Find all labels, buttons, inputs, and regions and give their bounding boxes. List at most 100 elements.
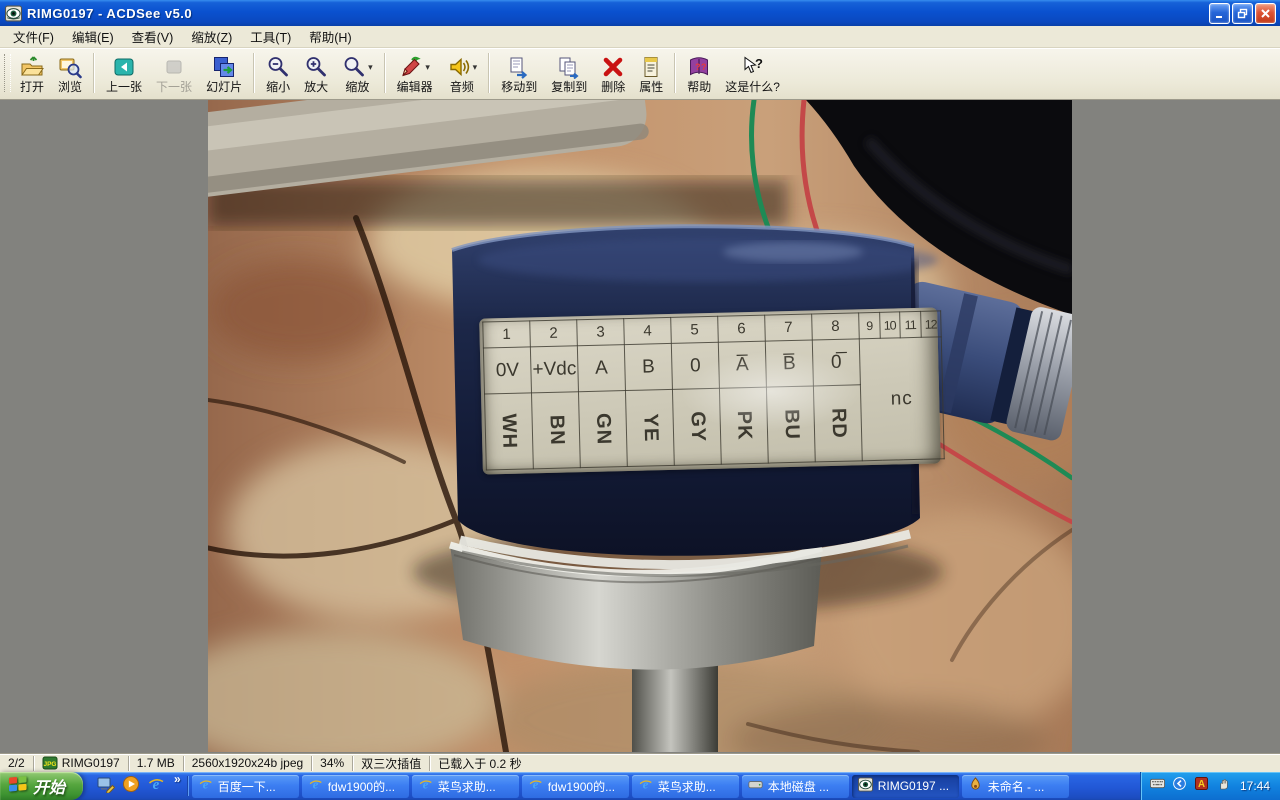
toolbar-button-label: 复制到 bbox=[551, 80, 587, 94]
language-icon: A bbox=[1194, 777, 1209, 795]
task-button-label: 本地磁盘 ... bbox=[768, 778, 829, 795]
toolbar-button-label: 音频 bbox=[450, 80, 474, 94]
ie-icon: e bbox=[198, 777, 213, 795]
start-button[interactable]: 开始 bbox=[0, 772, 83, 800]
media-player-icon bbox=[122, 775, 140, 798]
menu-item-2[interactable]: 查看(V) bbox=[123, 24, 183, 49]
quick-launch-show-desktop-icon[interactable] bbox=[95, 775, 117, 797]
signal-cell: 0 bbox=[671, 342, 719, 389]
toolbar-button-3[interactable]: 上一张 bbox=[99, 50, 149, 96]
zoom-out-icon bbox=[266, 55, 290, 79]
pin-number-cell: 12 bbox=[920, 311, 941, 337]
svg-text:?: ? bbox=[695, 62, 701, 72]
help-book-icon: ?? bbox=[687, 55, 711, 79]
quick-launch-media-player-icon[interactable] bbox=[120, 775, 142, 797]
toolbar-button-5[interactable]: 幻灯片 bbox=[199, 50, 249, 96]
encoder-pin-label: 1234567891011120V+VdcAB0A̅B̅0̅ncWHBNGNYE… bbox=[479, 307, 941, 474]
status-segment-2: 1.7 MB bbox=[128, 756, 183, 771]
task-button-label: 未命名 - ... bbox=[988, 778, 1045, 795]
toolbar-separator bbox=[93, 53, 95, 93]
signal-cell: A bbox=[577, 345, 625, 392]
taskbar: 开始 e » e百度一下...efdw1900的...e菜鸟求助...efdw1… bbox=[0, 772, 1280, 800]
toolbar-button-label: 缩小 bbox=[266, 80, 290, 94]
toolbar-button-15[interactable]: 复制到 bbox=[544, 50, 594, 96]
photo-rimg0197: 1234567891011120V+VdcAB0A̅B̅0̅ncWHBNGNYE… bbox=[208, 100, 1072, 752]
properties-icon bbox=[639, 55, 663, 79]
pin-number-cell: 3 bbox=[577, 319, 625, 346]
svg-text:JPG: JPG bbox=[43, 761, 56, 768]
task-button-label: RIMG0197 ... bbox=[878, 779, 949, 793]
minimize-button[interactable] bbox=[1209, 3, 1230, 24]
pin-table: 1234567891011120V+VdcAB0A̅B̅0̅ncWHBNGNYE… bbox=[482, 310, 945, 470]
zoom-icon bbox=[342, 55, 366, 79]
dropdown-caret-icon[interactable]: ▾ bbox=[425, 62, 430, 72]
tray-keyboard-icon[interactable] bbox=[1149, 779, 1166, 794]
nc-cell: nc bbox=[859, 337, 944, 461]
drive-icon bbox=[748, 777, 763, 795]
ie-icon: e bbox=[528, 777, 543, 795]
toolbar-button-label: 下一张 bbox=[156, 80, 192, 94]
toolbar-button-12[interactable]: ▾ 音频 bbox=[440, 50, 485, 96]
toolbar-button-label: 打开 bbox=[20, 80, 44, 94]
zoom-in-icon bbox=[304, 55, 328, 79]
toolbar-button-11[interactable]: ▾ 编辑器 bbox=[390, 50, 440, 96]
quick-launch-overflow-chevron[interactable]: » bbox=[171, 772, 184, 800]
toolbar-button-4: 下一张 bbox=[149, 50, 199, 96]
toolbar-button-9[interactable]: ▾ 缩放 bbox=[335, 50, 380, 96]
signal-cell: 0̅ bbox=[812, 339, 860, 386]
tray-chevron-left-icon[interactable] bbox=[1171, 779, 1188, 794]
dropdown-caret-icon[interactable]: ▾ bbox=[368, 62, 373, 72]
dropdown-caret-icon[interactable]: ▾ bbox=[473, 62, 478, 72]
whats-this-icon: ? bbox=[741, 55, 765, 79]
status-segment-4: 34% bbox=[311, 756, 352, 771]
menu-item-5[interactable]: 帮助(H) bbox=[300, 24, 360, 49]
toolbar-button-14[interactable]: 移动到 bbox=[494, 50, 544, 96]
ie-icon: e bbox=[638, 777, 653, 795]
quick-launch-ie-icon[interactable]: e bbox=[145, 775, 167, 797]
menu-item-3[interactable]: 缩放(Z) bbox=[182, 24, 241, 49]
toolbar-button-8[interactable]: 放大 bbox=[297, 50, 335, 96]
task-button-5[interactable]: 本地磁盘 ... bbox=[742, 775, 849, 798]
toolbar-button-label: 编辑器 bbox=[397, 80, 433, 94]
signal-cell: A̅ bbox=[718, 341, 766, 388]
pin-number-cell: 4 bbox=[624, 317, 672, 344]
window-title: RIMG0197 - ACDSee v5.0 bbox=[27, 6, 1207, 21]
menu-item-4[interactable]: 工具(T) bbox=[241, 24, 300, 49]
toolbar-button-label: 删除 bbox=[601, 80, 625, 94]
status-bar: 2/2JPGRIMG01971.7 MB2560x1920x24b jpeg34… bbox=[0, 753, 1280, 772]
wire-color-cell: YE bbox=[625, 389, 674, 466]
toolbar-button-7[interactable]: 缩小 bbox=[259, 50, 297, 96]
toolbar-button-1[interactable]: 浏览 bbox=[51, 50, 89, 96]
toolbar-button-0[interactable]: 打开 bbox=[13, 50, 51, 96]
show-desktop-icon bbox=[97, 775, 115, 798]
taskbar-separator bbox=[187, 776, 189, 796]
previous-icon bbox=[112, 55, 136, 79]
pin-number-cell: 10 bbox=[879, 312, 900, 338]
svg-text:?: ? bbox=[755, 56, 763, 71]
task-button-label: 菜鸟求助... bbox=[658, 778, 716, 795]
task-button-7[interactable]: 未命名 - ... bbox=[962, 775, 1069, 798]
close-button[interactable] bbox=[1255, 3, 1276, 24]
tray-handwriting-icon[interactable] bbox=[1215, 779, 1232, 794]
task-button-4[interactable]: e 菜鸟求助... bbox=[632, 775, 739, 798]
task-button-2[interactable]: e菜鸟求助... bbox=[412, 775, 519, 798]
toolbar-button-16[interactable]: 删除 bbox=[594, 50, 632, 96]
audio-icon bbox=[447, 55, 471, 79]
signal-cell: B bbox=[624, 343, 672, 390]
tray-language-icon[interactable]: A bbox=[1193, 779, 1210, 794]
toolbar-button-20[interactable]: ? 这是什么? bbox=[718, 50, 787, 96]
task-button-6[interactable]: RIMG0197 ... bbox=[852, 775, 959, 798]
toolbar-separator bbox=[384, 53, 386, 93]
task-button-0[interactable]: e百度一下... bbox=[192, 775, 299, 798]
wire-color-cell: BU bbox=[766, 386, 815, 463]
toolbar-button-19[interactable]: ?? 帮助 bbox=[680, 50, 718, 96]
toolbar-drag-handle[interactable] bbox=[4, 54, 11, 92]
task-button-1[interactable]: efdw1900的... bbox=[302, 775, 409, 798]
menu-item-0[interactable]: 文件(F) bbox=[4, 24, 63, 49]
ie-icon: e bbox=[147, 775, 165, 798]
image-viewer-canvas: 1234567891011120V+VdcAB0A̅B̅0̅ncWHBNGNYE… bbox=[0, 100, 1280, 753]
menu-item-1[interactable]: 编辑(E) bbox=[63, 24, 123, 49]
task-button-3[interactable]: efdw1900的... bbox=[522, 775, 629, 798]
toolbar-button-17[interactable]: 属性 bbox=[632, 50, 670, 96]
restore-button[interactable] bbox=[1232, 3, 1253, 24]
